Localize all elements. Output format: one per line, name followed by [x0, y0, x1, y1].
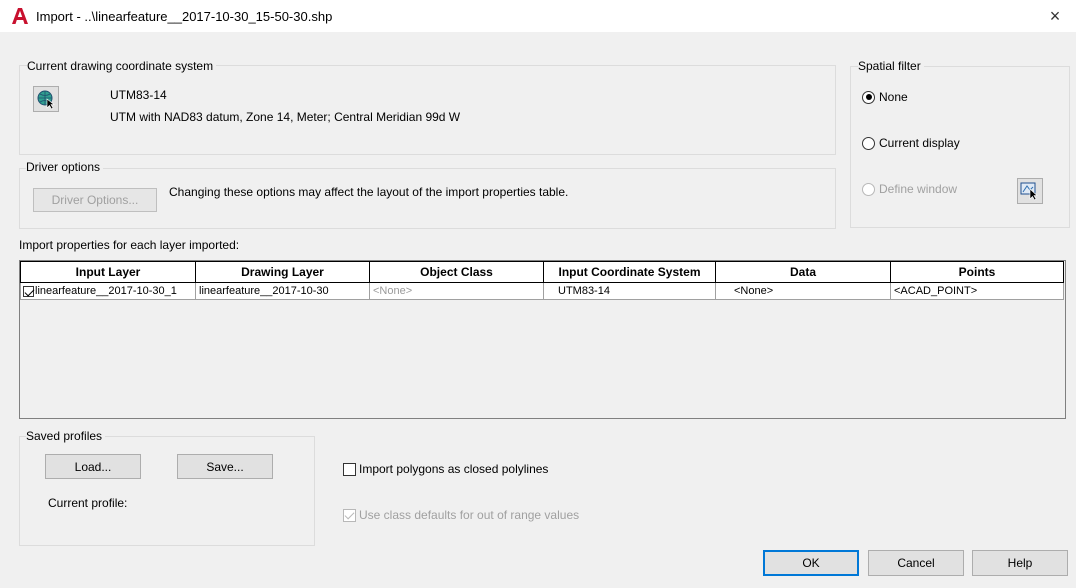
layer-import-checkbox[interactable]	[23, 285, 34, 297]
close-button[interactable]: ×	[1044, 5, 1066, 27]
points-cell[interactable]: <ACAD_POINT>	[890, 282, 1064, 300]
input-layer-cell[interactable]: linearfeature__2017-10-30_1	[20, 282, 196, 300]
spatial-filter-none-radio[interactable]: None	[862, 90, 908, 104]
radio-label: Current display	[879, 136, 960, 150]
coordinate-system-button[interactable]	[33, 86, 59, 112]
save-profile-button[interactable]: Save...	[177, 454, 273, 479]
table-header-row: Input Layer Drawing Layer Object Class I…	[20, 261, 1064, 283]
current-profile-label: Current profile:	[48, 496, 128, 510]
column-header-input-coordinate-system[interactable]: Input Coordinate System	[543, 261, 716, 283]
data-cell[interactable]: <None>	[715, 282, 891, 300]
column-header-input-layer[interactable]: Input Layer	[20, 261, 196, 283]
import-properties-table: Input Layer Drawing Layer Object Class I…	[19, 260, 1066, 419]
radio-label: None	[879, 90, 908, 104]
spatial-filter-current-display-radio[interactable]: Current display	[862, 136, 960, 150]
globe-cursor-icon	[37, 90, 55, 110]
saved-profiles-group	[19, 436, 315, 546]
object-class-cell[interactable]: <None>	[369, 282, 544, 300]
autocad-logo-icon	[12, 8, 28, 24]
import-dialog: Import - ..\linearfeature__2017-10-30_15…	[0, 0, 1076, 588]
import-polygons-checkbox-row[interactable]: Import polygons as closed polylines	[343, 462, 548, 476]
pick-window-icon	[1020, 182, 1038, 201]
coordinate-system-code: UTM83-14	[110, 88, 167, 102]
cancel-button[interactable]: Cancel	[868, 550, 964, 576]
pick-window-button[interactable]	[1017, 178, 1043, 204]
column-header-drawing-layer[interactable]: Drawing Layer	[195, 261, 370, 283]
load-profile-button[interactable]: Load...	[45, 454, 141, 479]
drawing-layer-cell[interactable]: linearfeature__2017-10-30	[195, 282, 370, 300]
spatial-filter-define-window-radio[interactable]: Define window	[862, 182, 957, 196]
ok-button[interactable]: OK	[763, 550, 859, 576]
coordinate-system-description: UTM with NAD83 datum, Zone 14, Meter; Ce…	[110, 110, 461, 124]
help-button[interactable]: Help	[972, 550, 1068, 576]
saved-profiles-group-label: Saved profiles	[26, 429, 106, 443]
class-defaults-checkbox-row[interactable]: Use class defaults for out of range valu…	[343, 508, 579, 522]
input-layer-name: linearfeature__2017-10-30_1	[35, 285, 177, 297]
class-defaults-label: Use class defaults for out of range valu…	[359, 508, 580, 522]
driver-options-button[interactable]: Driver Options...	[33, 188, 157, 212]
title-bar: Import - ..\linearfeature__2017-10-30_15…	[0, 0, 1076, 32]
radio-indicator	[862, 182, 875, 196]
table-row[interactable]: linearfeature__2017-10-30_1 linearfeatur…	[20, 282, 1064, 300]
window-title: Import - ..\linearfeature__2017-10-30_15…	[36, 9, 333, 24]
driver-options-note: Changing these options may affect the la…	[169, 185, 569, 199]
column-header-points[interactable]: Points	[890, 261, 1064, 283]
column-header-data[interactable]: Data	[715, 261, 891, 283]
class-defaults-checkbox[interactable]	[343, 508, 356, 522]
import-polygons-label: Import polygons as closed polylines	[359, 462, 549, 476]
column-header-object-class[interactable]: Object Class	[369, 261, 544, 283]
radio-indicator	[862, 90, 875, 104]
coordinate-system-group-label: Current drawing coordinate system	[27, 59, 217, 73]
radio-label: Define window	[879, 182, 958, 196]
import-polygons-checkbox[interactable]	[343, 462, 356, 476]
driver-options-group-label: Driver options	[26, 160, 104, 174]
radio-indicator	[862, 136, 875, 150]
spatial-filter-group-label: Spatial filter	[858, 59, 924, 73]
coordinate-system-cell[interactable]: UTM83-14	[543, 282, 716, 300]
import-properties-label: Import properties for each layer importe…	[19, 238, 240, 252]
